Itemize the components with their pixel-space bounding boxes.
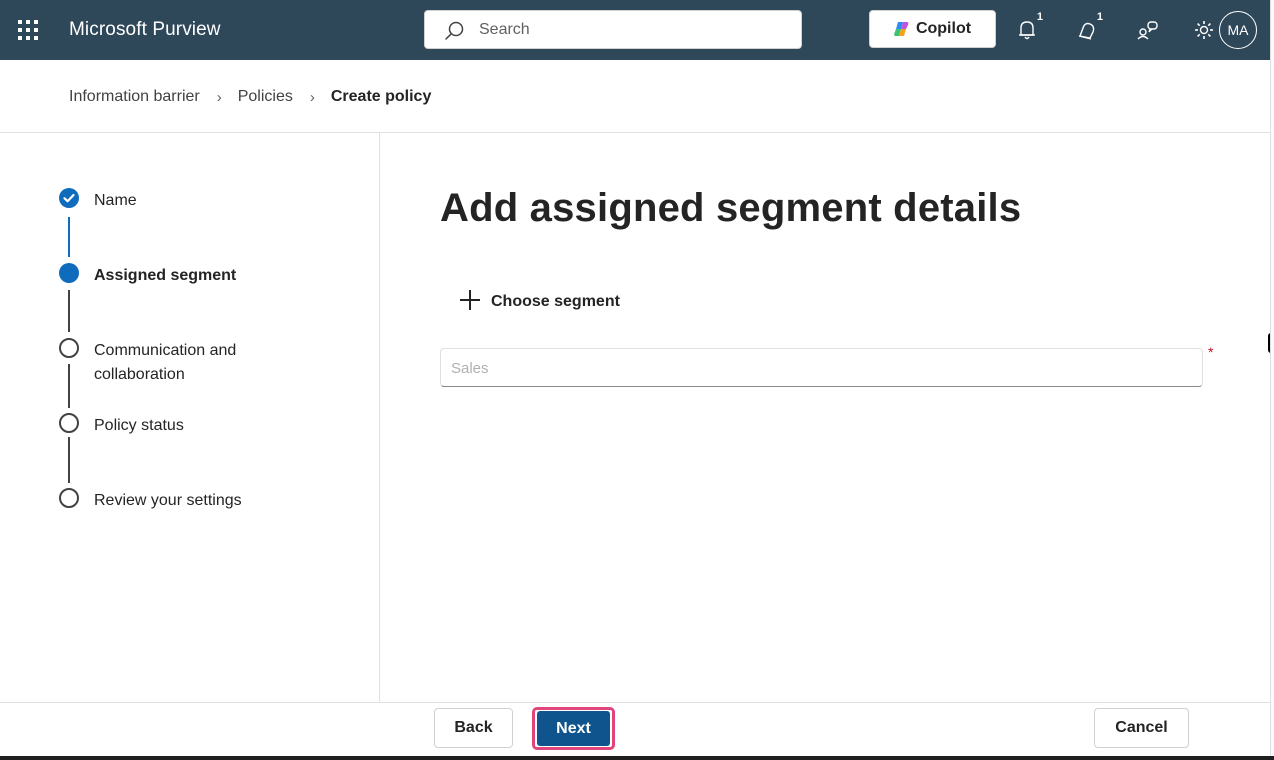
current-step-icon xyxy=(59,263,79,283)
search-box[interactable] xyxy=(424,10,802,49)
top-navigation-bar: Microsoft Purview Copilot 1 xyxy=(0,0,1270,60)
notifications-icon[interactable]: 1 xyxy=(1015,11,1043,43)
back-button[interactable]: Back xyxy=(434,708,513,748)
alert-count: 1 xyxy=(1096,11,1103,23)
step-connector xyxy=(68,364,70,408)
step-label: Review your settings xyxy=(94,492,242,509)
step-label: Name xyxy=(94,192,137,209)
segment-input[interactable] xyxy=(451,358,1171,378)
window-edge xyxy=(1270,0,1274,760)
add-icon xyxy=(458,288,482,317)
breadcrumb-policies[interactable]: Policies xyxy=(238,88,293,106)
checkmark-circle-icon xyxy=(59,188,79,208)
settings-gear-icon[interactable] xyxy=(1193,17,1219,43)
step-label: Communication and collaboration xyxy=(94,342,237,383)
choose-segment-button[interactable]: Choose segment xyxy=(458,289,620,315)
notification-count: 1 xyxy=(1036,11,1043,23)
breadcrumb-information-barrier[interactable]: Information barrier xyxy=(69,88,200,106)
alerts-icon[interactable]: 1 xyxy=(1075,11,1103,43)
app-title[interactable]: Microsoft Purview xyxy=(69,19,221,41)
choose-segment-label: Choose segment xyxy=(491,293,620,310)
divider xyxy=(0,132,1270,133)
breadcrumb: Information barrier › Policies › Create … xyxy=(69,86,431,108)
search-input[interactable] xyxy=(479,19,779,41)
copilot-label: Copilot xyxy=(915,20,972,37)
user-avatar[interactable]: MA xyxy=(1219,11,1257,49)
cancel-button[interactable]: Cancel xyxy=(1094,708,1189,748)
pending-step-icon xyxy=(59,338,79,358)
required-indicator: * xyxy=(1208,344,1214,360)
next-button[interactable]: Next xyxy=(537,711,610,746)
window-edge xyxy=(0,756,1274,760)
step-connector xyxy=(68,437,70,483)
step-connector xyxy=(68,217,70,257)
copilot-button[interactable]: Copilot xyxy=(869,10,996,48)
search-icon xyxy=(443,20,465,42)
chevron-right-icon: › xyxy=(216,88,222,106)
step-connector xyxy=(68,290,70,332)
page-title: Add assigned segment details xyxy=(440,186,1022,230)
people-connect-icon[interactable] xyxy=(1135,17,1161,43)
divider xyxy=(379,133,380,702)
breadcrumb-current: Create policy xyxy=(330,88,432,105)
step-label: Assigned segment xyxy=(94,267,237,284)
step-label: Policy status xyxy=(94,417,184,434)
pending-step-icon xyxy=(59,488,79,508)
pending-step-icon xyxy=(59,413,79,433)
divider xyxy=(0,702,1270,703)
app-launcher-icon[interactable] xyxy=(17,19,39,41)
copilot-logo-icon xyxy=(894,21,910,37)
segment-field[interactable] xyxy=(440,348,1203,387)
chevron-right-icon: › xyxy=(309,88,315,106)
